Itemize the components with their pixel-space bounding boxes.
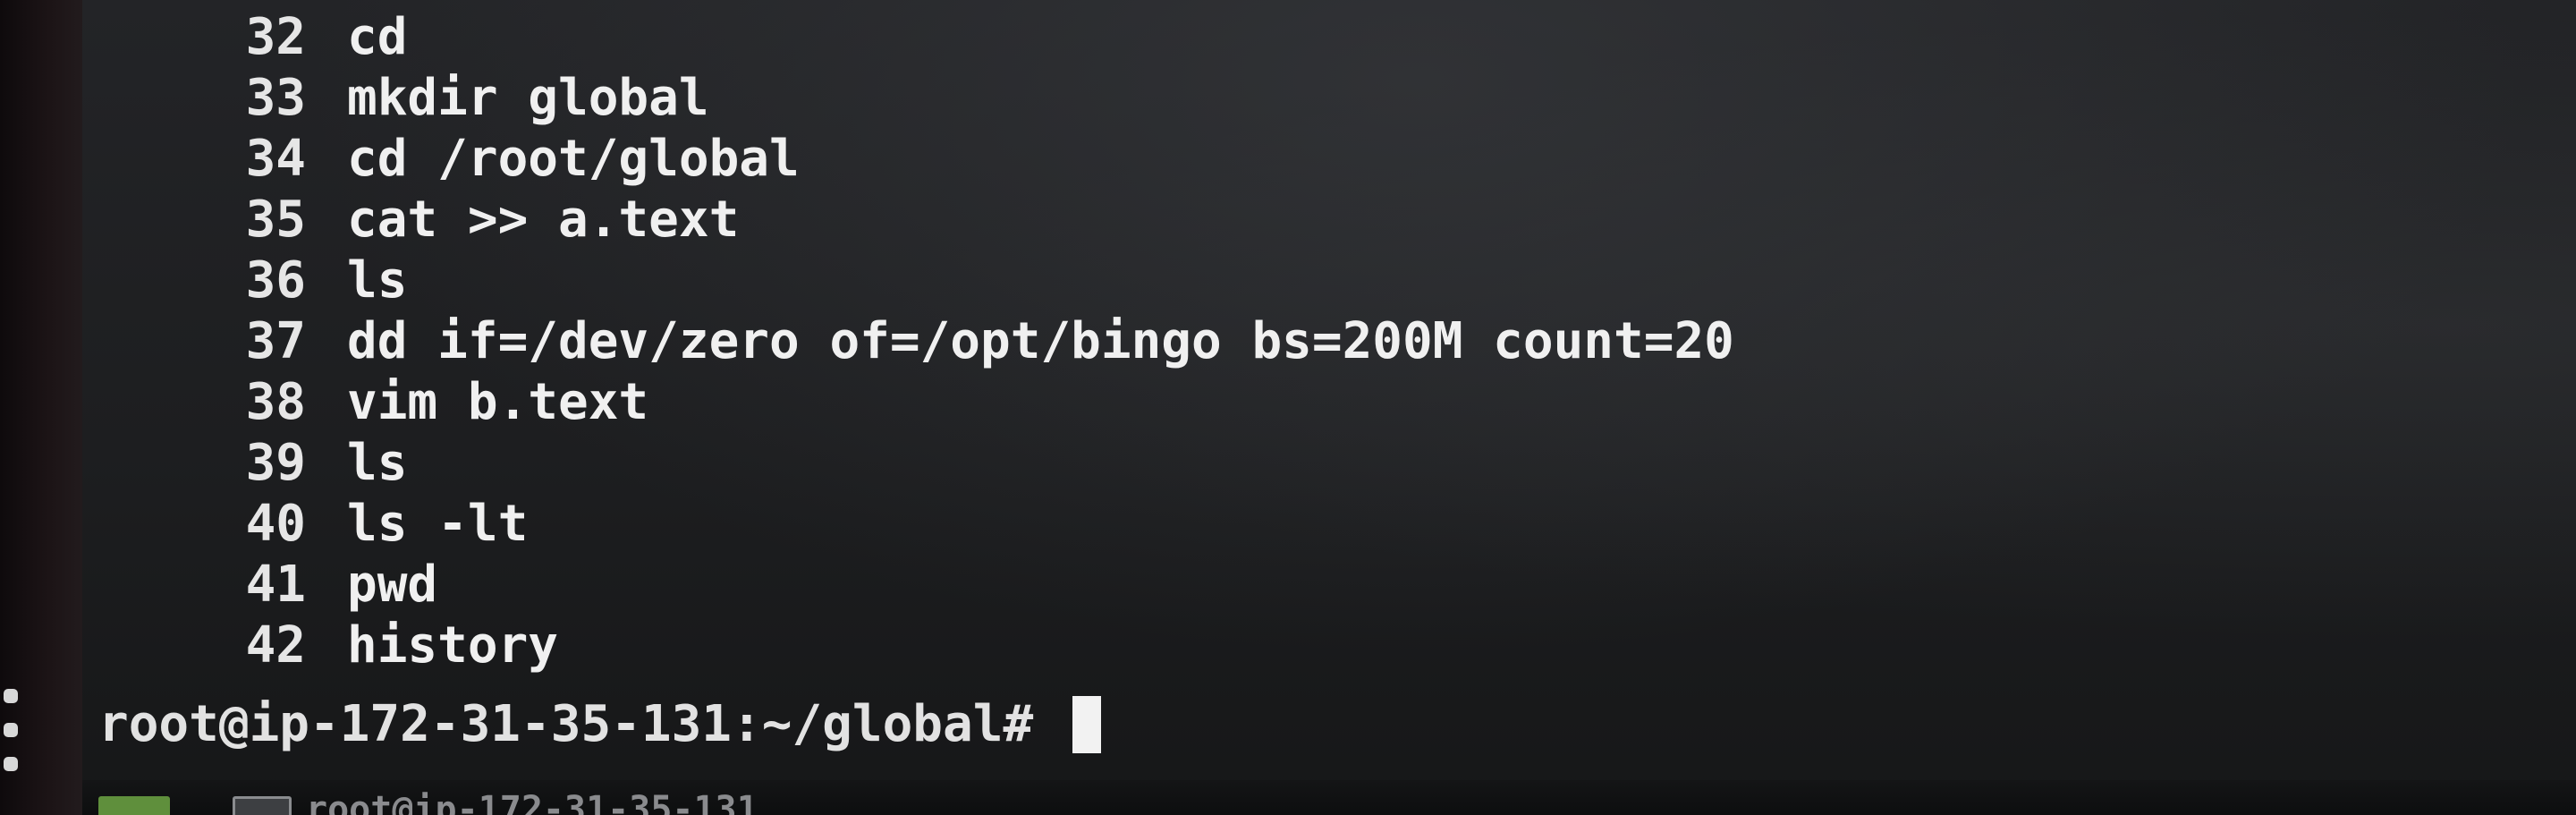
history-row: 40 ls -lt (179, 494, 1734, 555)
history-command: history (347, 616, 559, 675)
terminal-icon[interactable] (233, 796, 292, 815)
history-command: ls -lt (347, 495, 529, 553)
history-row: 42 history (179, 615, 1734, 676)
history-command: ls (347, 434, 408, 492)
history-line-number: 36 (245, 251, 306, 310)
history-command: dd if=/dev/zero of=/opt/bingo bs=200M co… (347, 312, 1734, 370)
history-line-number: 33 (245, 69, 306, 127)
history-line-number: 41 (245, 556, 306, 614)
history-row: 33 mkdir global (179, 68, 1734, 129)
history-row: 36 ls (179, 250, 1734, 311)
history-row: 34 cd /root/global (179, 129, 1734, 190)
history-row: 41 pwd (179, 555, 1734, 615)
taskbar-window-label[interactable]: root@ip-172-31-35-131 (306, 789, 758, 815)
history-row: 38 vim b.text (179, 372, 1734, 433)
history-line-number: 39 (245, 434, 306, 492)
app-launcher-icon[interactable] (98, 796, 170, 815)
terminal-window[interactable]: 32 cd 33 mkdir global 34 cd /root/global… (89, 0, 2558, 769)
text-cursor[interactable] (1072, 696, 1102, 753)
shell-prompt: root@ip-172-31-35-131:~/global# (98, 695, 1034, 753)
history-command: mkdir global (347, 69, 709, 127)
history-command: cd (347, 8, 408, 66)
history-row: 35 cat >> a.text (179, 190, 1734, 250)
history-line-number: 32 (245, 8, 306, 66)
taskbar: root@ip-172-31-35-131 (82, 780, 2576, 815)
history-line-number: 38 (245, 373, 306, 431)
history-row: 39 ls (179, 433, 1734, 494)
history-row: 37 dd if=/dev/zero of=/opt/bingo bs=200M… (179, 311, 1734, 372)
history-command: ls (347, 251, 408, 310)
history-row: 32 cd (179, 7, 1734, 68)
history-command: pwd (347, 556, 438, 614)
history-command: vim b.text (347, 373, 649, 431)
history-line-number: 37 (245, 312, 306, 370)
history-line-number: 34 (245, 130, 306, 188)
left-dock-panel (0, 0, 82, 815)
history-line-number: 42 (245, 616, 306, 675)
dock-dots-icon[interactable] (4, 689, 25, 796)
history-command: cat >> a.text (347, 191, 740, 249)
history-line-number: 35 (245, 191, 306, 249)
shell-prompt-line[interactable]: root@ip-172-31-35-131:~/global# (98, 694, 1102, 755)
history-command: cd /root/global (347, 130, 800, 188)
terminal-screen: 32 cd 33 mkdir global 34 cd /root/global… (0, 0, 2576, 815)
history-output: 32 cd 33 mkdir global 34 cd /root/global… (179, 7, 1734, 676)
history-line-number: 40 (245, 495, 306, 553)
